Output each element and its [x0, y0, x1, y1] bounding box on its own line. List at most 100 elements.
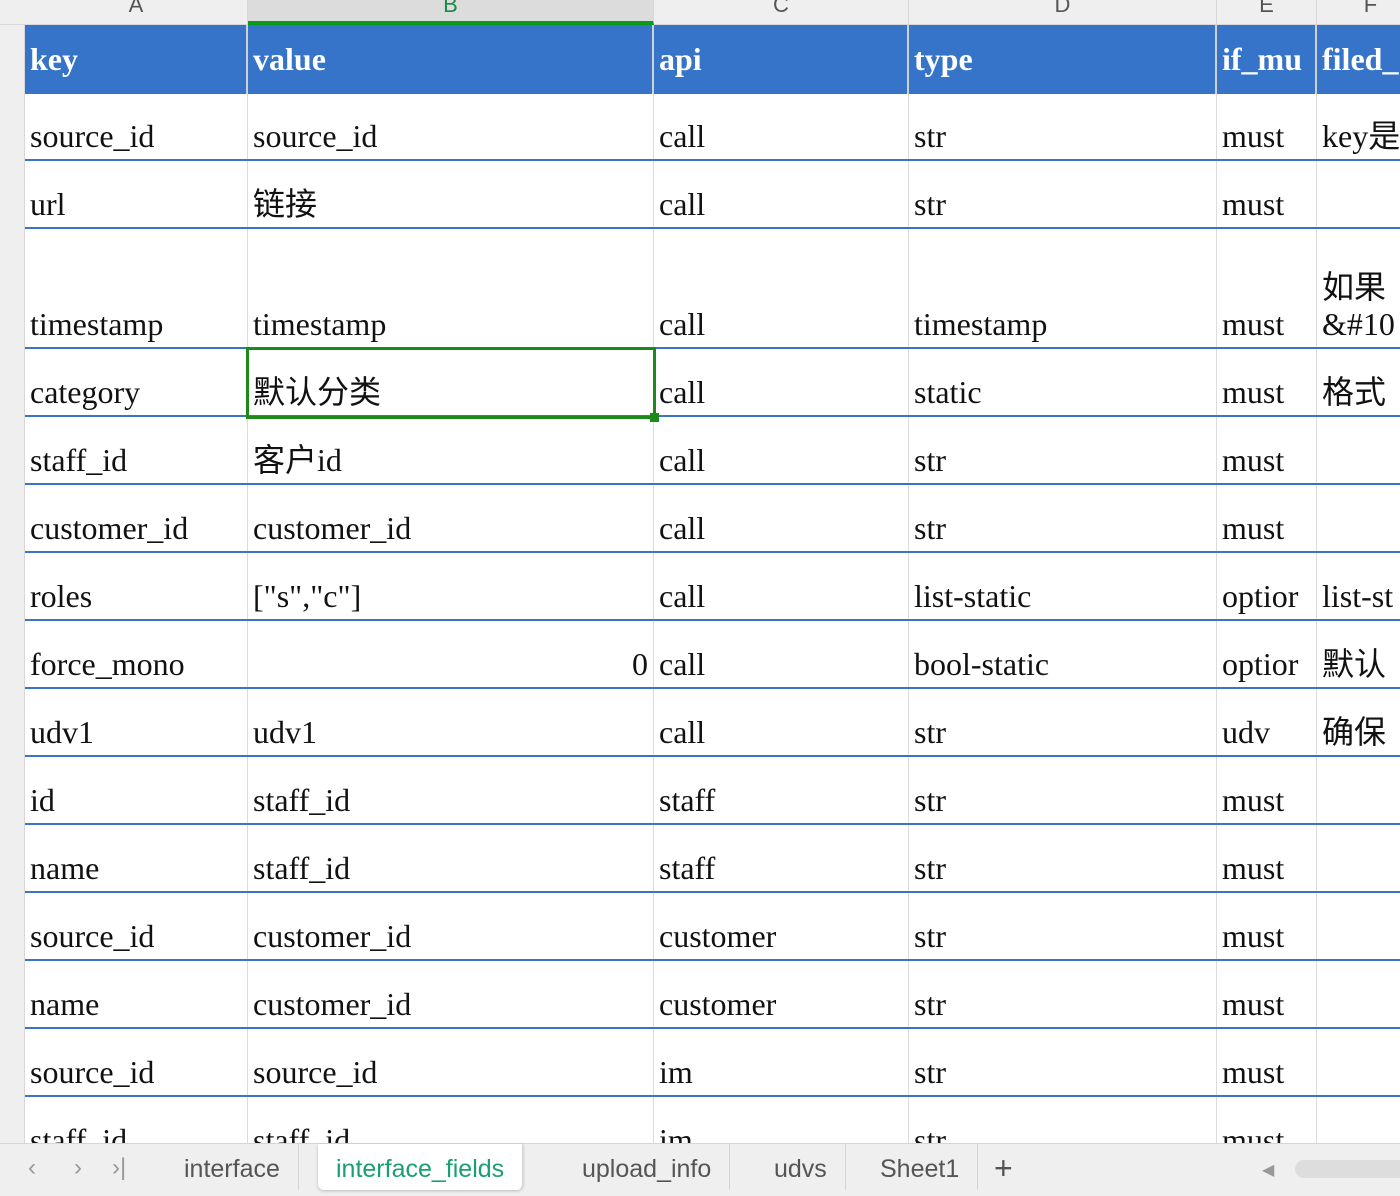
- cell[interactable]: 0: [248, 621, 654, 687]
- cell[interactable]: [1317, 1029, 1400, 1095]
- cell[interactable]: 格式: [1317, 349, 1400, 415]
- cell[interactable]: must: [1217, 757, 1317, 823]
- cell[interactable]: 链接: [248, 161, 654, 227]
- cell[interactable]: timestamp: [909, 229, 1217, 347]
- cell[interactable]: url: [25, 161, 248, 227]
- cell[interactable]: timestamp: [25, 229, 248, 347]
- cell[interactable]: str: [909, 825, 1217, 891]
- cell[interactable]: 客户id: [248, 417, 654, 483]
- cell[interactable]: call: [654, 94, 909, 159]
- cell[interactable]: must: [1217, 349, 1317, 415]
- cell[interactable]: list-static: [909, 553, 1217, 619]
- cell[interactable]: [1317, 485, 1400, 551]
- cell[interactable]: must: [1217, 893, 1317, 959]
- cell[interactable]: udv1: [248, 689, 654, 755]
- column-header-D[interactable]: D: [909, 0, 1217, 25]
- column-header-B[interactable]: B: [248, 0, 654, 25]
- cell[interactable]: call: [654, 553, 909, 619]
- cell[interactable]: must: [1217, 417, 1317, 483]
- sheet-tab-interface[interactable]: interface: [166, 1144, 299, 1190]
- cell[interactable]: timestamp: [248, 229, 654, 347]
- cell[interactable]: str: [909, 417, 1217, 483]
- cell[interactable]: staff_id: [248, 757, 654, 823]
- cell[interactable]: must: [1217, 1029, 1317, 1095]
- cell[interactable]: call: [654, 229, 909, 347]
- cell[interactable]: source_id: [248, 1029, 654, 1095]
- cell[interactable]: call: [654, 621, 909, 687]
- prev-sheet-icon[interactable]: ‹: [28, 1154, 36, 1182]
- cell[interactable]: must: [1217, 161, 1317, 227]
- column-title[interactable]: type: [909, 25, 1217, 94]
- sheet-tab-interface-fields[interactable]: interface_fields: [318, 1144, 524, 1190]
- cell[interactable]: 确保: [1317, 689, 1400, 755]
- column-title[interactable]: api: [654, 25, 909, 94]
- cell[interactable]: must: [1217, 825, 1317, 891]
- scroll-left-icon[interactable]: ◀: [1262, 1160, 1274, 1180]
- cell[interactable]: [1317, 161, 1400, 227]
- cell[interactable]: list-st: [1317, 553, 1400, 619]
- cell[interactable]: static: [909, 349, 1217, 415]
- cell[interactable]: source_id: [25, 893, 248, 959]
- cell[interactable]: customer_id: [248, 485, 654, 551]
- cell[interactable]: customer_id: [248, 893, 654, 959]
- column-header-F[interactable]: F: [1317, 0, 1400, 25]
- column-title[interactable]: key: [25, 25, 248, 94]
- cell[interactable]: [1317, 893, 1400, 959]
- cell[interactable]: str: [909, 893, 1217, 959]
- cell[interactable]: staff: [654, 825, 909, 891]
- cell[interactable]: name: [25, 961, 248, 1027]
- cell[interactable]: category: [25, 349, 248, 415]
- horizontal-scrollbar[interactable]: [1295, 1160, 1400, 1178]
- cell[interactable]: staff_id: [248, 825, 654, 891]
- cell[interactable]: 默认: [1317, 621, 1400, 687]
- cell[interactable]: im: [654, 1029, 909, 1095]
- cell[interactable]: str: [909, 961, 1217, 1027]
- cell[interactable]: str: [909, 94, 1217, 159]
- cell[interactable]: str: [909, 161, 1217, 227]
- sheet-tab-sheet1[interactable]: Sheet1: [862, 1144, 979, 1190]
- next-sheet-icon[interactable]: ›: [74, 1154, 82, 1182]
- sheet-tab-upload-info[interactable]: upload_info: [564, 1144, 731, 1190]
- cell[interactable]: [1317, 417, 1400, 483]
- cell[interactable]: optior: [1217, 621, 1317, 687]
- cell[interactable]: [1317, 757, 1400, 823]
- cell[interactable]: source_id: [248, 94, 654, 159]
- last-sheet-icon[interactable]: ›|: [112, 1154, 126, 1182]
- cell[interactable]: call: [654, 485, 909, 551]
- cell[interactable]: name: [25, 825, 248, 891]
- column-title[interactable]: value: [248, 25, 654, 94]
- cell[interactable]: must: [1217, 961, 1317, 1027]
- cell[interactable]: force_mono: [25, 621, 248, 687]
- cell[interactable]: 默认分类: [248, 349, 654, 415]
- cell[interactable]: source_id: [25, 94, 248, 159]
- add-sheet-button[interactable]: +: [994, 1150, 1013, 1187]
- cell[interactable]: must: [1217, 485, 1317, 551]
- cell[interactable]: roles: [25, 553, 248, 619]
- cell[interactable]: id: [25, 757, 248, 823]
- cell[interactable]: str: [909, 485, 1217, 551]
- cell[interactable]: customer: [654, 893, 909, 959]
- cell[interactable]: ["s","c"]: [248, 553, 654, 619]
- cell[interactable]: str: [909, 1029, 1217, 1095]
- cell[interactable]: 如果 &#10: [1317, 229, 1400, 347]
- sheet-tab-udvs[interactable]: udvs: [756, 1144, 846, 1190]
- cell[interactable]: [1317, 825, 1400, 891]
- column-header-C[interactable]: C: [654, 0, 909, 25]
- cell[interactable]: must: [1217, 94, 1317, 159]
- cell[interactable]: call: [654, 417, 909, 483]
- cell[interactable]: udv1: [25, 689, 248, 755]
- cell[interactable]: optior: [1217, 553, 1317, 619]
- cell[interactable]: call: [654, 349, 909, 415]
- column-header-E[interactable]: E: [1217, 0, 1317, 25]
- cell[interactable]: customer_id: [248, 961, 654, 1027]
- cell[interactable]: udv: [1217, 689, 1317, 755]
- cell[interactable]: staff: [654, 757, 909, 823]
- cell[interactable]: call: [654, 689, 909, 755]
- cell[interactable]: key是: [1317, 94, 1400, 159]
- cell[interactable]: bool-static: [909, 621, 1217, 687]
- cell[interactable]: str: [909, 689, 1217, 755]
- column-title[interactable]: filed_: [1317, 25, 1400, 94]
- cell[interactable]: call: [654, 161, 909, 227]
- column-title[interactable]: if_mu: [1217, 25, 1317, 94]
- column-header-A[interactable]: A: [25, 0, 248, 25]
